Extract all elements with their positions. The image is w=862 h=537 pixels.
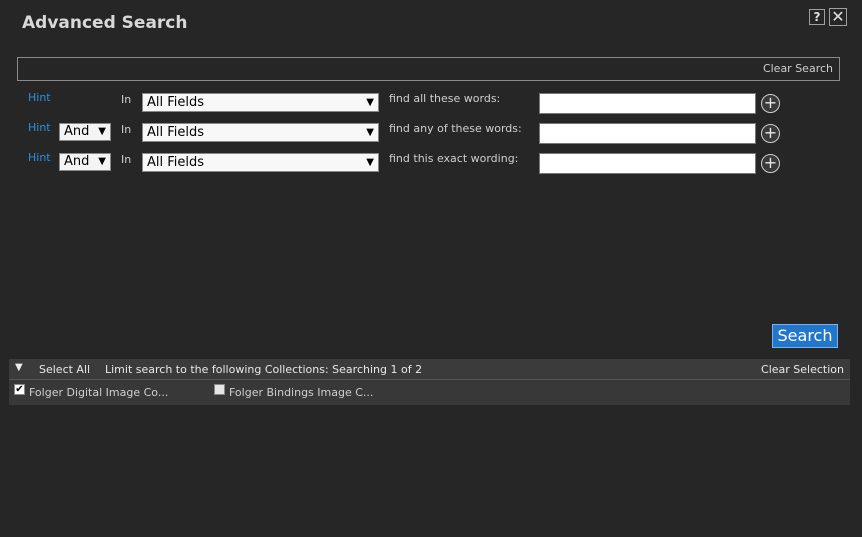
add-row-plus-icon[interactable]: +	[761, 154, 780, 173]
collection-label-2[interactable]: Folger Bindings Image C...	[229, 386, 373, 399]
operator-select[interactable]: And ▼	[59, 153, 111, 171]
field-select-value: All Fields	[147, 155, 205, 170]
close-button[interactable]: ✕	[829, 8, 847, 26]
collections-list: ✔ Folger Digital Image Co... Folger Bind…	[9, 379, 850, 405]
search-term-input[interactable]	[539, 93, 756, 114]
in-label: In	[121, 123, 132, 136]
add-row-plus-icon[interactable]: +	[761, 124, 780, 143]
search-term-input[interactable]	[539, 123, 756, 144]
criteria-row-1: Hint In All Fields ▼ find all these word…	[0, 91, 862, 115]
in-label: In	[121, 93, 132, 106]
operator-select-value: And	[64, 124, 90, 139]
collections-limit-text: Limit search to the following Collection…	[105, 363, 423, 376]
field-select-value: All Fields	[147, 95, 205, 110]
find-label: find all these words:	[389, 92, 501, 105]
hint-link[interactable]: Hint	[28, 121, 51, 134]
field-select[interactable]: All Fields ▼	[142, 93, 379, 112]
dialog-title: Advanced Search	[22, 13, 188, 33]
help-button[interactable]: ?	[809, 9, 825, 25]
dropdown-arrow-icon: ▼	[366, 127, 374, 138]
field-select[interactable]: All Fields ▼	[142, 123, 379, 142]
collection-checkbox-2[interactable]	[214, 384, 225, 395]
search-term-input[interactable]	[539, 153, 756, 174]
search-summary-bar: Clear Search	[17, 57, 840, 81]
search-button[interactable]: Search	[772, 324, 838, 348]
field-select[interactable]: All Fields ▼	[142, 153, 379, 172]
operator-select[interactable]: And ▼	[59, 123, 111, 141]
clear-search-link[interactable]: Clear Search	[763, 62, 833, 75]
dropdown-arrow-icon: ▼	[98, 126, 106, 137]
criteria-row-2: Hint And ▼ In All Fields ▼ find any of t…	[0, 121, 862, 145]
field-select-value: All Fields	[147, 125, 205, 140]
hint-link[interactable]: Hint	[28, 91, 51, 104]
operator-select-value: And	[64, 154, 90, 169]
dropdown-arrow-icon: ▼	[98, 156, 106, 167]
collections-header: ▼ Select All Limit search to the followi…	[9, 359, 850, 379]
dropdown-arrow-icon: ▼	[366, 97, 374, 108]
in-label: In	[121, 153, 132, 166]
clear-selection-link[interactable]: Clear Selection	[761, 363, 844, 376]
find-label: find this exact wording:	[389, 152, 519, 165]
collection-label-1[interactable]: Folger Digital Image Co...	[29, 386, 168, 399]
hint-link[interactable]: Hint	[28, 151, 51, 164]
dropdown-arrow-icon: ▼	[366, 157, 374, 168]
find-label: find any of these words:	[389, 122, 522, 135]
select-all-link[interactable]: Select All	[39, 363, 90, 376]
add-row-plus-icon[interactable]: +	[761, 94, 780, 113]
criteria-row-3: Hint And ▼ In All Fields ▼ find this exa…	[0, 151, 862, 175]
collection-checkbox-1[interactable]: ✔	[14, 384, 25, 395]
collapse-toggle-icon[interactable]: ▼	[15, 362, 23, 373]
